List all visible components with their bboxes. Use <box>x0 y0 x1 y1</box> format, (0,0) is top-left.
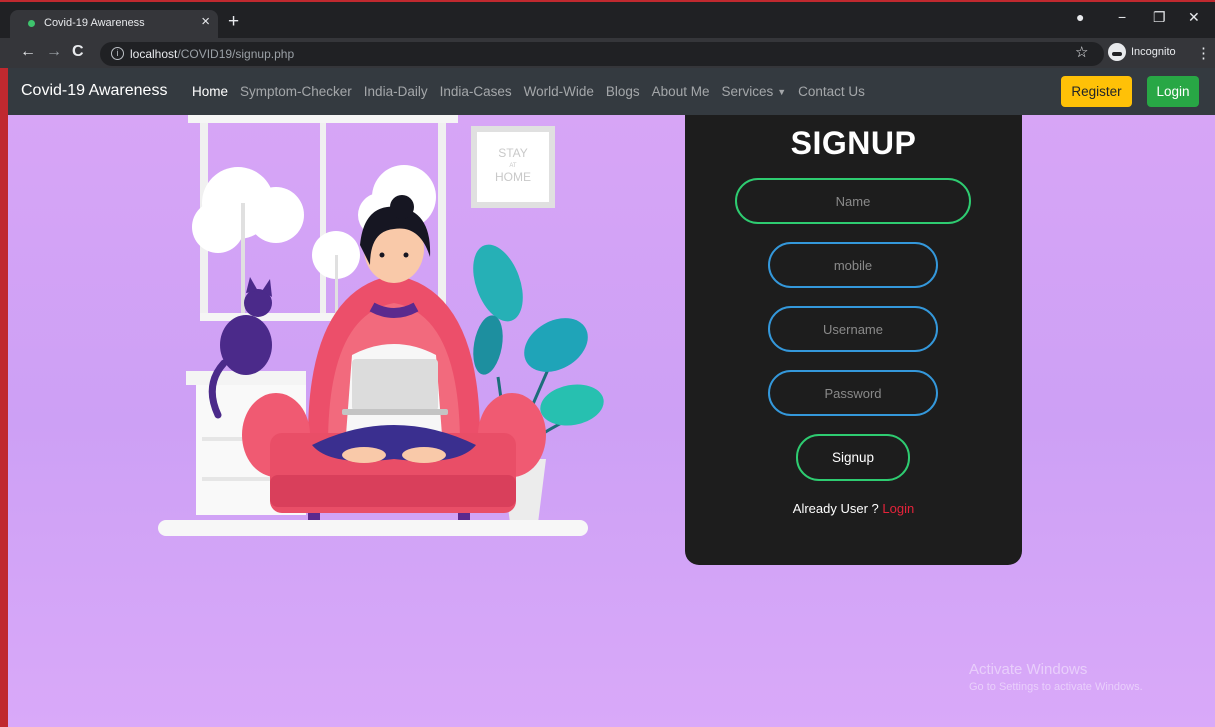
services-label: Services <box>721 84 774 99</box>
watermark-title: Activate Windows <box>969 661 1088 678</box>
minimize-icon[interactable]: − <box>1118 10 1126 24</box>
restore-icon[interactable]: ❐ <box>1153 10 1166 24</box>
info-icon[interactable]: i <box>111 47 124 60</box>
watermark-subtitle: Go to Settings to activate Windows. <box>969 681 1143 693</box>
tab-favicon-icon <box>28 20 35 27</box>
close-window-icon[interactable]: ✕ <box>1188 10 1200 24</box>
back-icon[interactable]: ← <box>20 44 36 60</box>
forward-icon[interactable]: → <box>46 44 62 60</box>
window-mid-bar <box>320 123 326 321</box>
laptop-icon <box>352 359 438 411</box>
login-link[interactable]: Login <box>882 501 914 516</box>
bookmark-star-icon[interactable]: ☆ <box>1075 43 1088 61</box>
nav-link-about-me[interactable]: About Me <box>652 84 710 99</box>
incognito-icon <box>1108 43 1126 61</box>
new-tab-icon[interactable]: + <box>228 12 239 31</box>
nav-link-symptom-checker[interactable]: Symptom-Checker <box>240 84 352 99</box>
name-input[interactable] <box>735 178 971 224</box>
mobile-input[interactable] <box>768 242 938 288</box>
username-input[interactable] <box>768 306 938 352</box>
already-user-line: Already User ? Login <box>685 501 1022 516</box>
reload-icon[interactable]: C <box>72 44 84 60</box>
url-text: localhost/COVID19/signup.php <box>130 47 295 61</box>
signup-card: SIGNUP Signup Already User ? Login <box>685 115 1022 565</box>
password-input[interactable] <box>768 370 938 416</box>
nav-link-contact-us[interactable]: Contact Us <box>798 84 865 99</box>
poster-text: AT <box>509 163 517 169</box>
nav-link-blogs[interactable]: Blogs <box>606 84 640 99</box>
tab-close-icon[interactable]: × <box>201 14 210 29</box>
poster-text: STAY <box>498 146 528 160</box>
nav-link-india-daily[interactable]: India-Daily <box>364 84 428 99</box>
browser-chrome: Covid-19 Awareness × + ● − ❐ ✕ ← → C i l… <box>0 0 1215 70</box>
caret-down-icon: ▼ <box>777 87 787 97</box>
nav-dropdown-services[interactable]: Services ▼ <box>721 84 786 99</box>
tab-strip: Covid-19 Awareness × + ● − ❐ ✕ <box>0 4 1215 38</box>
site-navbar: Covid-19 Awareness Home Symptom-Checker … <box>8 68 1215 115</box>
register-button[interactable]: Register <box>1061 76 1132 107</box>
incognito-label: Incognito <box>1131 46 1176 58</box>
nav-links: Home Symptom-Checker India-Daily India-C… <box>192 84 877 99</box>
stay-home-illustration: STAY AT HOME <box>158 115 604 536</box>
window-right-bar <box>438 123 446 321</box>
nav-link-home[interactable]: Home <box>192 84 228 99</box>
window-top-rail <box>188 115 458 123</box>
profile-menu-icon[interactable]: ● <box>1076 10 1084 24</box>
signup-title: SIGNUP <box>790 125 917 161</box>
activate-windows-watermark: Activate Windows Go to Settings to activ… <box>969 661 1143 693</box>
window-border <box>0 68 8 727</box>
tab-title: Covid-19 Awareness <box>44 17 145 29</box>
nav-link-india-cases[interactable]: India-Cases <box>440 84 512 99</box>
signup-button[interactable]: Signup <box>796 434 910 481</box>
nav-link-world-wide[interactable]: World-Wide <box>524 84 594 99</box>
page-body: STAY AT HOME SIGNUP Name mobile Username… <box>8 115 1215 727</box>
browser-tab[interactable]: Covid-19 Awareness × <box>10 10 218 38</box>
navbar-brand[interactable]: Covid-19 Awareness <box>21 82 167 100</box>
address-bar[interactable]: i localhost/COVID19/signup.php <box>100 42 1104 66</box>
login-button[interactable]: Login <box>1147 76 1199 107</box>
already-user-text: Already User ? <box>792 501 879 516</box>
floor-shelf <box>158 520 588 536</box>
toolbar: ← → C i localhost/COVID19/signup.php ☆ I… <box>0 38 1215 70</box>
poster-text: HOME <box>495 170 531 184</box>
menu-kebab-icon[interactable]: ⋮ <box>1196 44 1211 62</box>
